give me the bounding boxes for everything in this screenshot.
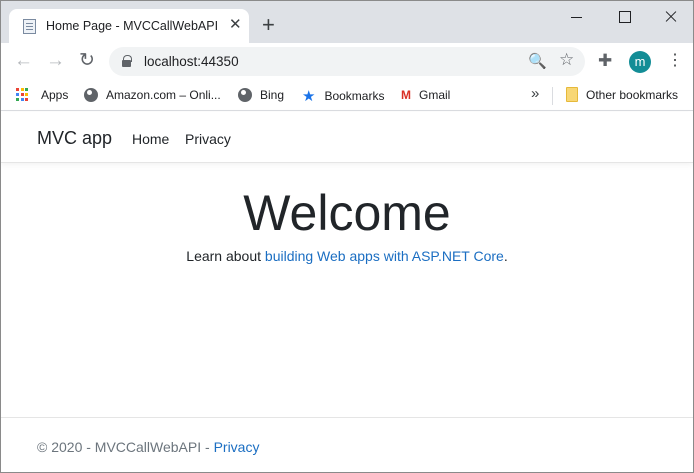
- minimize-button[interactable]: [567, 7, 587, 27]
- star-icon: ★: [302, 88, 316, 105]
- bookmark-label: Bing: [260, 87, 285, 102]
- bookmark-label: Bookmarks: [324, 89, 385, 103]
- bookmark-label: Amazon.com – Onli...: [106, 87, 221, 102]
- bookmark-bookmarks[interactable]: ★ Bookmarks: [302, 87, 384, 105]
- apps-grid-icon: [16, 87, 30, 102]
- bookmark-label: Gmail: [419, 87, 451, 102]
- bookmark-bing[interactable]: Bing: [238, 87, 284, 105]
- menu-icon[interactable]: ⋮: [667, 51, 683, 71]
- globe-icon: [84, 87, 98, 102]
- bookmark-star-icon[interactable]: ☆: [559, 50, 574, 70]
- site-navbar: MVC app Home Privacy: [1, 112, 693, 163]
- nav-privacy-link[interactable]: Privacy: [185, 131, 231, 147]
- address-bar[interactable]: localhost:44350 🔍 ☆: [109, 47, 585, 76]
- tab-home-page[interactable]: Home Page - MVCCallWebAPI ✕: [9, 9, 249, 43]
- lock-icon[interactable]: [122, 55, 132, 67]
- globe-icon: [238, 87, 252, 102]
- bookmark-label: Apps: [41, 87, 69, 102]
- zoom-icon[interactable]: 🔍: [528, 52, 547, 70]
- page-content: MVC app Home Privacy Welcome Learn about…: [1, 112, 693, 472]
- bookmark-label: Other bookmarks: [586, 87, 679, 102]
- page-title: Welcome: [243, 185, 451, 241]
- close-window-button[interactable]: [661, 7, 681, 27]
- bookmarks-bar: Apps Amazon.com – Onli... Bing ★ Bookmark…: [1, 81, 693, 111]
- maximize-button[interactable]: [615, 7, 635, 27]
- bookmark-other[interactable]: Other bookmarks: [566, 87, 678, 105]
- profile-avatar[interactable]: m: [629, 51, 651, 73]
- intro-prefix: Learn about: [186, 248, 265, 264]
- browser-window: Home Page - MVCCallWebAPI ✕ + ← → ↻ loca…: [0, 0, 694, 473]
- nav-home-link[interactable]: Home: [132, 131, 169, 147]
- gmail-icon: M: [401, 87, 411, 102]
- site-brand[interactable]: MVC app: [37, 128, 112, 149]
- url-text[interactable]: localhost:44350: [144, 54, 239, 69]
- tab-strip: Home Page - MVCCallWebAPI ✕ +: [1, 1, 693, 43]
- footer-text: © 2020 - MVCCallWebAPI - Privacy: [37, 439, 259, 455]
- forward-button[interactable]: →: [46, 51, 65, 71]
- site-footer: © 2020 - MVCCallWebAPI - Privacy: [1, 417, 693, 472]
- reload-button[interactable]: ↻: [79, 51, 95, 71]
- tab-title: Home Page - MVCCallWebAPI: [46, 19, 219, 33]
- aspnet-docs-link[interactable]: building Web apps with ASP.NET Core: [265, 248, 504, 264]
- bookmarks-divider: [552, 87, 553, 105]
- intro-suffix: .: [503, 248, 508, 264]
- back-button[interactable]: ←: [14, 51, 33, 71]
- folder-icon: [566, 87, 578, 103]
- footer-privacy-link[interactable]: Privacy: [214, 439, 260, 455]
- new-tab-button[interactable]: +: [262, 14, 275, 36]
- bookmark-apps[interactable]: Apps: [16, 87, 68, 105]
- close-tab-icon[interactable]: ✕: [229, 17, 242, 33]
- page-icon: [23, 19, 36, 34]
- copyright-text: © 2020 - MVCCallWebAPI -: [37, 439, 214, 455]
- bookmark-amazon[interactable]: Amazon.com – Onli...: [84, 87, 221, 105]
- intro-text: Learn about building Web apps with ASP.N…: [1, 248, 693, 264]
- browser-toolbar: ← → ↻ localhost:44350 🔍 ☆ ✚ m ⋮: [1, 43, 693, 81]
- more-bookmarks-button[interactable]: »: [531, 85, 539, 102]
- extensions-icon[interactable]: ✚: [598, 51, 612, 71]
- bookmark-gmail[interactable]: M Gmail: [401, 87, 450, 105]
